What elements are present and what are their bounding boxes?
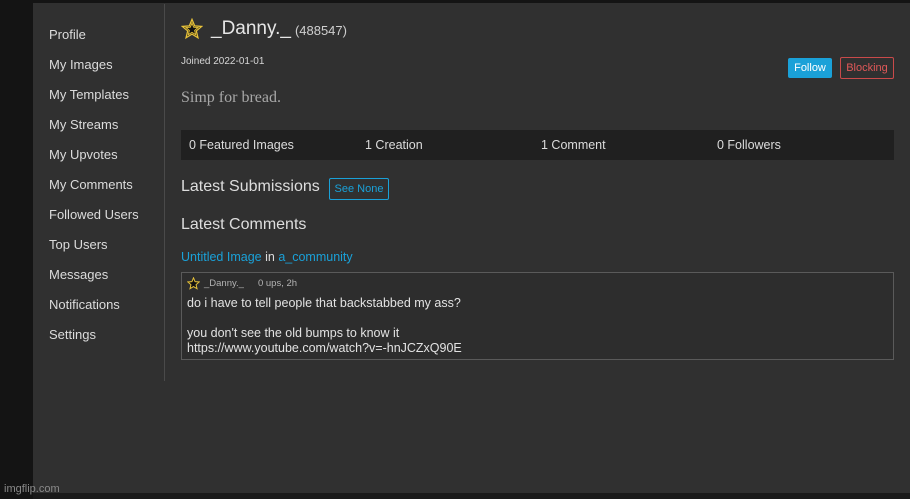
- stat-followers[interactable]: 0 Followers: [717, 138, 781, 152]
- blocking-button[interactable]: Blocking: [840, 57, 894, 79]
- latest-submissions-heading: Latest Submissions: [181, 178, 320, 195]
- sidebar-item-profile[interactable]: Profile: [49, 27, 86, 42]
- latest-comments-heading: Latest Comments: [181, 216, 307, 233]
- comment-url: https://www.youtube.com/watch?v=-hnJCZxQ…: [187, 341, 462, 355]
- comment-meta: _Danny._ 0 ups, 2h: [187, 277, 297, 290]
- comment-card: _Danny._ 0 ups, 2h do i have to tell peo…: [181, 272, 894, 360]
- comment-body: do i have to tell people that backstabbe…: [187, 296, 462, 356]
- star-icon: [181, 18, 203, 40]
- sidebar-item-followed-users[interactable]: Followed Users: [49, 207, 139, 222]
- comment-author[interactable]: _Danny._: [204, 278, 244, 289]
- bottom-border: [33, 493, 910, 499]
- see-none-button[interactable]: See None: [329, 178, 389, 200]
- profile-header: _Danny._ (488547): [181, 18, 347, 40]
- follow-button[interactable]: Follow: [788, 58, 832, 78]
- sidebar-item-top-users[interactable]: Top Users: [49, 237, 108, 252]
- stat-comments[interactable]: 1 Comment: [541, 138, 606, 152]
- sidebar-item-settings[interactable]: Settings: [49, 327, 96, 342]
- comment-source: Untitled Image in a_community: [181, 250, 353, 264]
- sidebar-item-notifications[interactable]: Notifications: [49, 297, 120, 312]
- user-id: (488547): [294, 23, 347, 38]
- joined-date: Joined 2022-01-01: [181, 56, 265, 67]
- community-link[interactable]: a_community: [278, 250, 352, 264]
- comment-spacer: [187, 311, 462, 326]
- left-strip: [0, 3, 33, 499]
- sidebar-item-my-comments[interactable]: My Comments: [49, 177, 133, 192]
- sidebar-item-my-upvotes[interactable]: My Upvotes: [49, 147, 118, 162]
- stat-featured-images[interactable]: 0 Featured Images: [189, 138, 294, 152]
- in-text: in: [265, 250, 275, 264]
- sidebar-item-my-images[interactable]: My Images: [49, 57, 113, 72]
- star-icon: [187, 277, 200, 290]
- watermark: imgflip.com: [4, 483, 60, 495]
- comment-line: do i have to tell people that backstabbe…: [187, 296, 461, 310]
- comment-line: you don't see the old bumps to know it: [187, 326, 400, 340]
- image-link[interactable]: Untitled Image: [181, 250, 262, 264]
- stats-bar: 0 Featured Images 1 Creation 1 Comment 0…: [181, 130, 894, 160]
- sidebar-item-my-templates[interactable]: My Templates: [49, 87, 129, 102]
- stat-creations[interactable]: 1 Creation: [365, 138, 423, 152]
- user-bio: Simp for bread.: [181, 89, 281, 106]
- sidebar-item-messages[interactable]: Messages: [49, 267, 108, 282]
- username: _Danny._: [211, 18, 291, 39]
- sidebar-item-my-streams[interactable]: My Streams: [49, 117, 118, 132]
- comment-stats: 0 ups, 2h: [257, 278, 298, 289]
- sidebar: Profile My Images My Templates My Stream…: [33, 4, 165, 381]
